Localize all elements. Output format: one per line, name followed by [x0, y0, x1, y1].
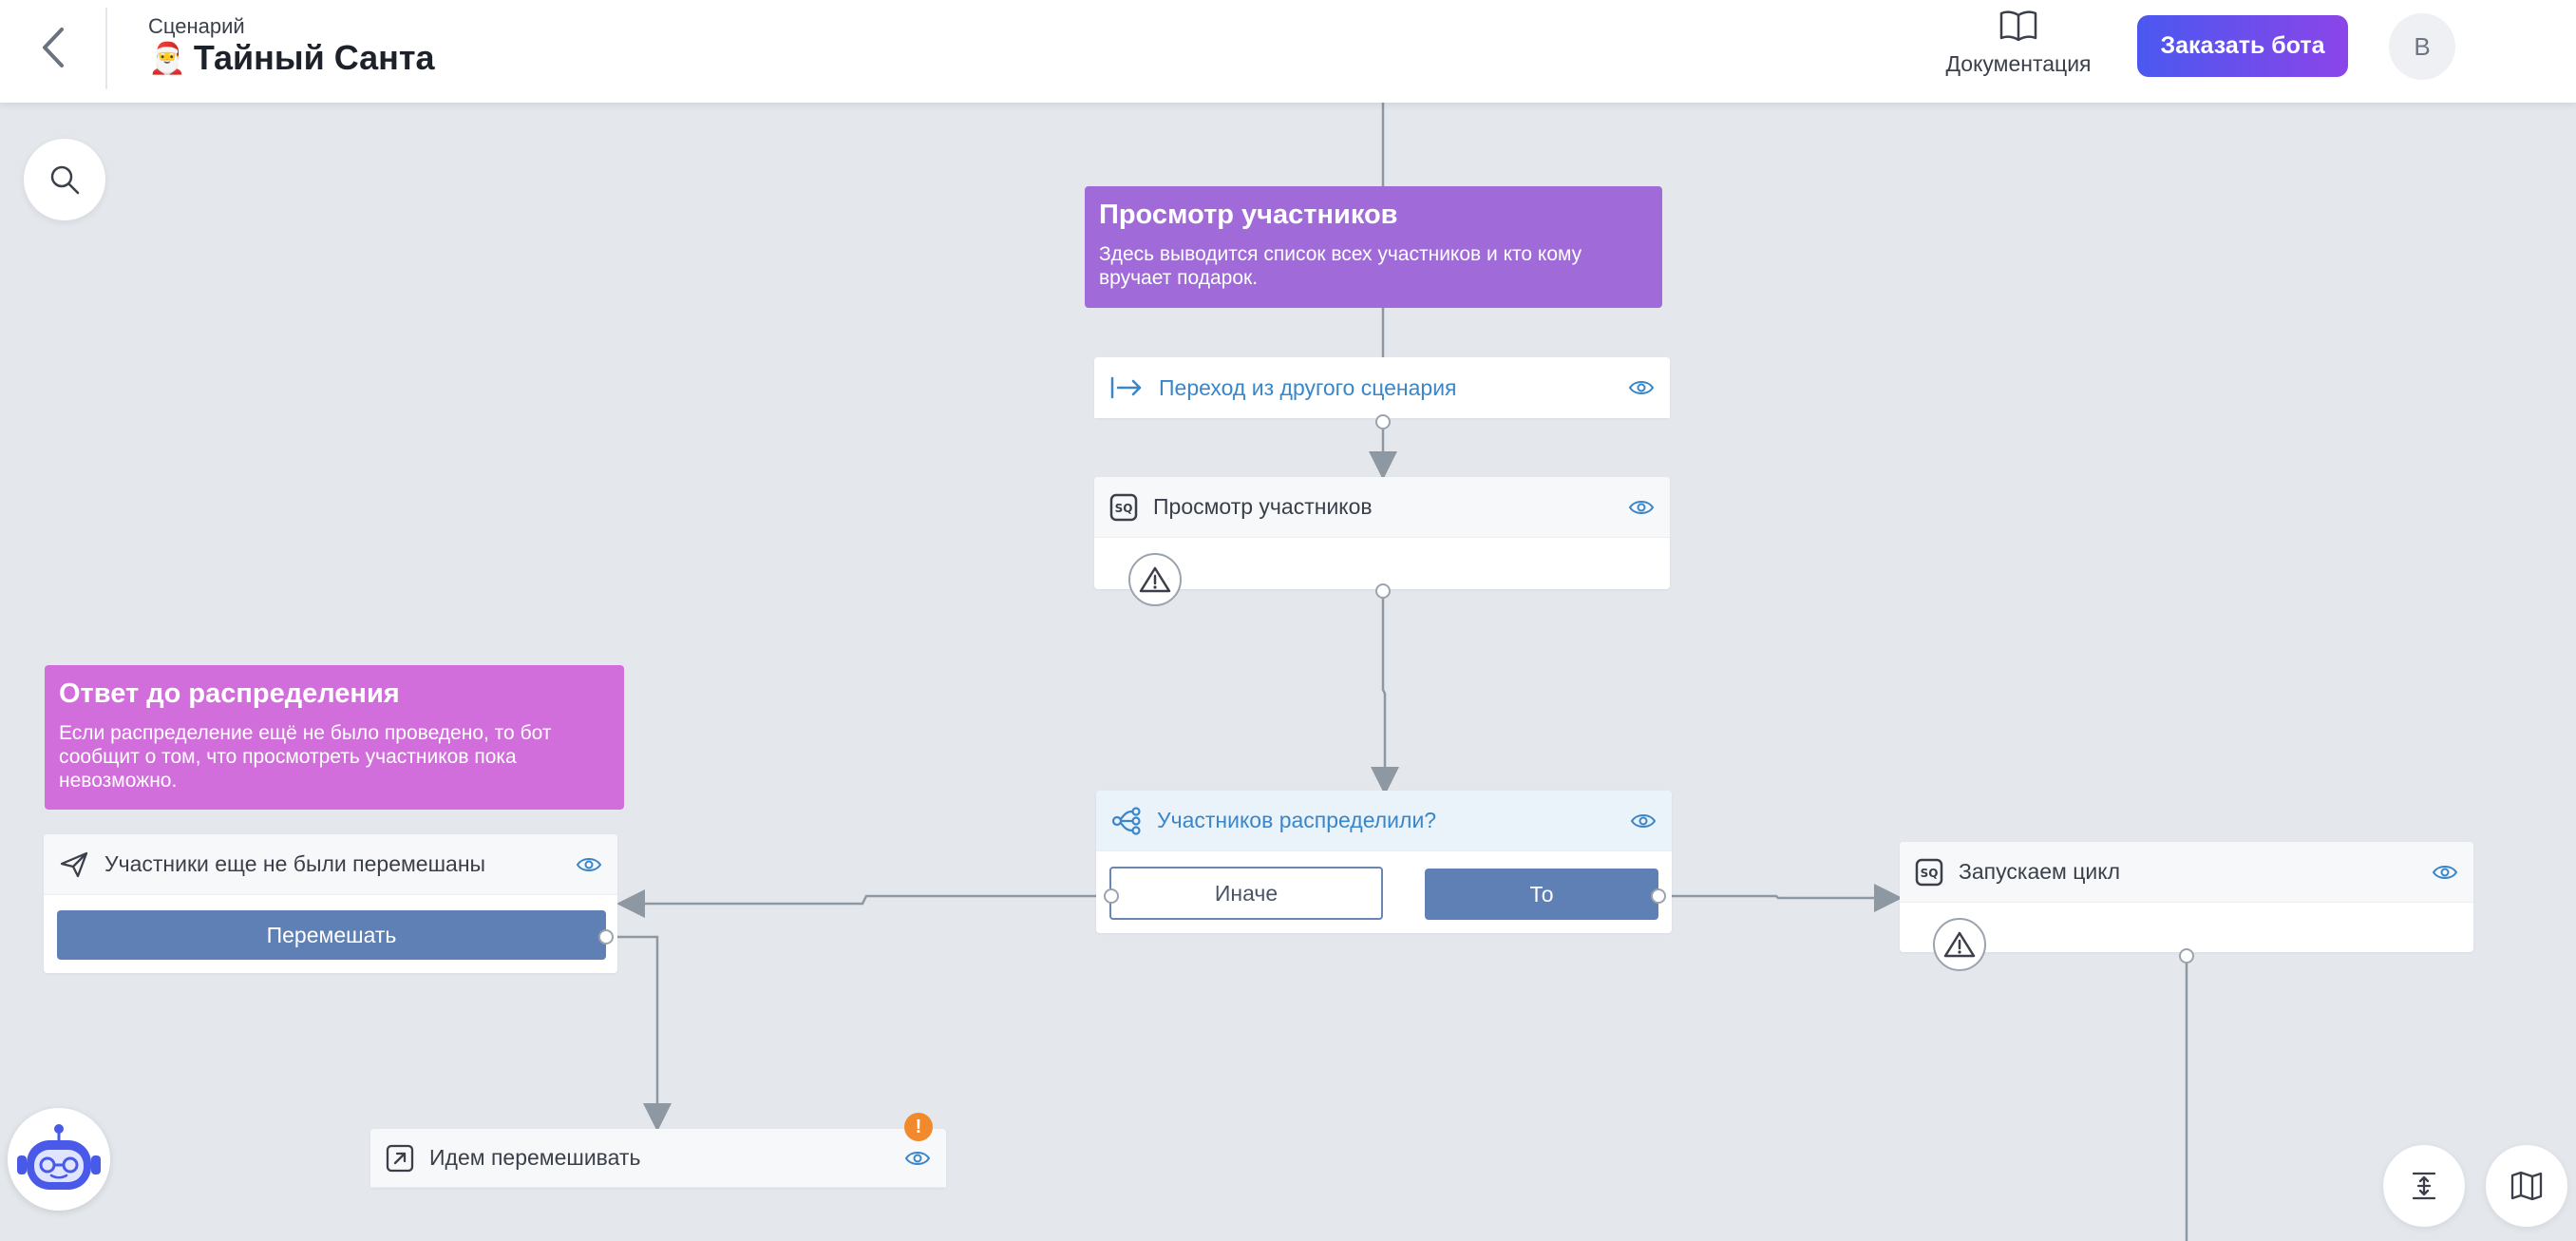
note-view-participants[interactable]: Просмотр участников Здесь выводится спис…: [1085, 186, 1662, 308]
book-icon: [1999, 10, 2037, 42]
santa-icon: 🎅: [148, 41, 186, 75]
sql-icon: SQ: [1109, 493, 1138, 521]
documentation-link[interactable]: Документация: [1938, 10, 2099, 86]
align-button[interactable]: [2383, 1145, 2465, 1227]
output-port[interactable]: [1375, 583, 1391, 599]
map-icon: [2510, 1171, 2543, 1201]
else-output-port[interactable]: [1104, 888, 1119, 904]
node-header: Переход из другого сценария: [1094, 357, 1670, 418]
branch-icon: [1111, 806, 1141, 835]
order-bot-button[interactable]: Заказать бота: [2137, 15, 2348, 77]
node-header: SQ Просмотр участников: [1094, 477, 1670, 538]
error-handler-port[interactable]: [1128, 553, 1182, 606]
top-bar: Сценарий 🎅 Тайный Санта Документация Зак…: [0, 0, 2576, 103]
svg-text:SQ: SQ: [1115, 502, 1133, 515]
node-label: Участники еще не были перемешаны: [104, 851, 486, 876]
warning-triangle-icon: [1139, 566, 1171, 593]
output-port[interactable]: [2179, 948, 2194, 964]
arrow-up-right-box-icon: [386, 1144, 414, 1172]
node-label: Переход из другого сценария: [1159, 374, 1457, 400]
note-text: Если распределение ещё не было проведено…: [59, 722, 552, 792]
warning-triangle-icon: [1943, 931, 1976, 958]
arrow-from-bar-icon: [1110, 376, 1142, 399]
alert-badge: !: [904, 1113, 933, 1141]
node-header: Участников распределили?: [1096, 791, 1672, 851]
node-header: SQ Запускаем цикл: [1900, 842, 2473, 903]
sql-icon: SQ: [1915, 858, 1943, 886]
note-text: Здесь выводится список всех участников и…: [1099, 243, 1582, 290]
error-handler-port[interactable]: [1933, 918, 1986, 971]
avatar[interactable]: B: [2389, 13, 2455, 80]
documentation-label: Документация: [1945, 51, 2092, 76]
then-branch-button[interactable]: То: [1425, 869, 1658, 920]
minimap-button[interactable]: [2486, 1145, 2567, 1227]
shuffle-button[interactable]: Перемешать: [57, 910, 606, 960]
output-port[interactable]: [1375, 414, 1391, 430]
else-branch-button[interactable]: Иначе: [1109, 867, 1383, 920]
align-center-icon: [2412, 1172, 2436, 1200]
node-label: Участников распределили?: [1157, 808, 1437, 832]
node-start-cycle[interactable]: SQ Запускаем цикл: [1900, 842, 2473, 952]
eye-icon[interactable]: [576, 856, 602, 873]
node-transition-from-scenario[interactable]: Переход из другого сценария: [1094, 357, 1670, 418]
note-title: Просмотр участников: [1099, 200, 1398, 230]
node-label: Просмотр участников: [1153, 494, 1373, 519]
scenario-caption: Сценарий: [148, 14, 245, 38]
node-header: Участники еще не были перемешаны: [44, 834, 617, 895]
page-title: 🎅 Тайный Санта: [148, 38, 435, 78]
assistant-bot-button[interactable]: [8, 1108, 110, 1211]
edge-view-to-condition: [1371, 591, 1399, 795]
svg-text:SQ: SQ: [1921, 867, 1939, 880]
search-icon: [50, 165, 80, 195]
then-output-port[interactable]: [1651, 888, 1666, 904]
edge-else-to-not-shuffled: [616, 889, 1111, 918]
eye-icon[interactable]: [1630, 812, 1657, 830]
back-button[interactable]: [0, 0, 106, 95]
shuffle-output-port[interactable]: [598, 929, 614, 945]
header-divider: [105, 8, 107, 89]
eye-icon[interactable]: [2432, 864, 2458, 881]
chevron-left-icon: [43, 28, 64, 67]
search-button[interactable]: [24, 139, 105, 220]
node-header: Идем перемешивать: [370, 1129, 946, 1188]
node-label: Запускаем цикл: [1959, 859, 2120, 884]
edge-then-to-start-cycle: [1658, 884, 1903, 912]
scenario-title-text: Тайный Санта: [193, 38, 435, 77]
note-answer-before-distribution[interactable]: Ответ до распределения Если распределени…: [45, 665, 624, 810]
send-icon: [60, 851, 88, 877]
node-go-shuffle[interactable]: Идем перемешивать: [370, 1129, 946, 1188]
node-label: Идем перемешивать: [429, 1145, 641, 1170]
eye-icon[interactable]: [904, 1150, 931, 1167]
bot-icon: [17, 1124, 101, 1190]
note-title: Ответ до распределения: [59, 678, 400, 709]
eye-icon[interactable]: [1628, 499, 1655, 516]
eye-icon[interactable]: [1628, 379, 1655, 396]
